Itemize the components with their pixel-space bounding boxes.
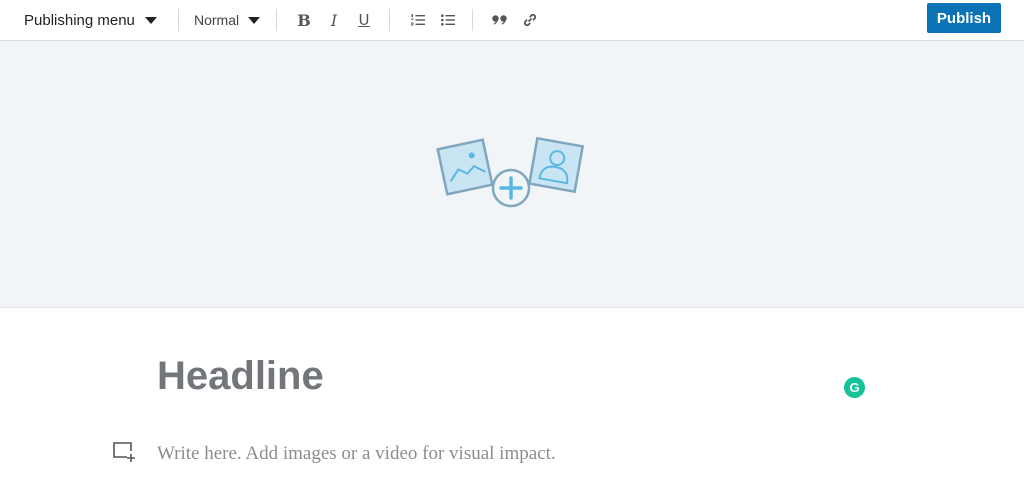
grammarly-glyph: G — [849, 380, 860, 395]
text-style-dropdown[interactable]: Normal — [179, 0, 276, 41]
underline-icon: U — [358, 11, 370, 29]
numbered-list-icon — [411, 14, 425, 26]
bold-icon: B — [297, 10, 311, 30]
publishing-menu-dropdown[interactable]: Publishing menu — [0, 0, 178, 41]
link-button[interactable] — [515, 5, 545, 35]
format-button-group: B I U — [277, 0, 389, 41]
underline-button[interactable]: U — [349, 5, 379, 35]
publishing-menu-label: Publishing menu — [24, 11, 135, 29]
list-button-group — [390, 0, 472, 41]
headline-input[interactable]: Headline — [157, 352, 817, 400]
quote-icon — [492, 15, 507, 25]
bold-button[interactable]: B — [289, 5, 319, 35]
add-media-icon — [113, 442, 135, 462]
add-cover-image-icon — [436, 136, 585, 208]
link-icon — [523, 13, 537, 27]
grammarly-icon[interactable]: G — [844, 377, 865, 398]
insert-button-group — [473, 0, 545, 41]
italic-button[interactable]: I — [319, 5, 349, 35]
caret-down-icon — [248, 16, 261, 24]
publish-button[interactable]: Publish — [927, 3, 1001, 33]
bulleted-list-button[interactable] — [433, 5, 463, 35]
add-media-button[interactable] — [112, 440, 138, 464]
editor-toolbar: Publishing menu Normal B I U Publish — [0, 0, 1024, 41]
cover-image-upload-area[interactable] — [0, 41, 1024, 308]
numbered-list-button[interactable] — [403, 5, 433, 35]
caret-down-icon — [144, 16, 157, 24]
quote-button[interactable] — [485, 5, 515, 35]
text-style-label: Normal — [194, 12, 240, 28]
italic-icon: I — [330, 10, 338, 30]
bulleted-list-icon — [441, 14, 455, 26]
body-text-input[interactable]: Write here. Add images or a video for vi… — [157, 442, 857, 466]
